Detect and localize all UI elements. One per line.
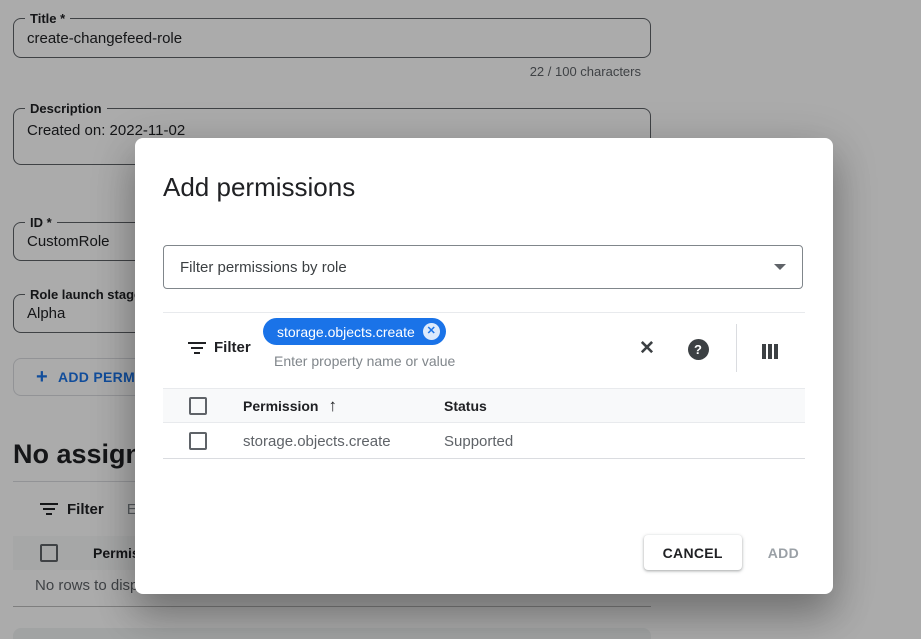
filter-chip-label: storage.objects.create: [277, 324, 415, 340]
clear-filter-icon[interactable]: ✕: [634, 335, 660, 361]
chevron-down-icon: [774, 264, 786, 270]
table-row[interactable]: storage.objects.create Supported: [163, 424, 805, 459]
role-filter-select[interactable]: Filter permissions by role: [163, 245, 803, 289]
sort-ascending-icon[interactable]: ↑: [328, 396, 337, 416]
cancel-button[interactable]: CANCEL: [644, 535, 742, 570]
role-filter-select-value: Filter permissions by role: [180, 259, 347, 276]
select-all-checkbox[interactable]: [189, 397, 207, 415]
row-checkbox[interactable]: [189, 432, 207, 450]
dialog-table-header: Permission ↑ Status: [163, 389, 805, 423]
filter-label: Filter: [214, 339, 251, 356]
dialog-title: Add permissions: [163, 172, 355, 203]
filter-input[interactable]: [274, 353, 534, 369]
help-icon[interactable]: ?: [685, 336, 711, 362]
row-status: Supported: [444, 433, 513, 450]
add-button[interactable]: ADD: [768, 545, 799, 561]
create-role-page: Title * create-changefeed-role 22 / 100 …: [0, 0, 921, 639]
permission-column-header[interactable]: Permission: [243, 398, 318, 414]
filter-chip[interactable]: storage.objects.create ✕: [263, 318, 446, 345]
row-permission: storage.objects.create: [243, 433, 408, 450]
divider: [163, 312, 805, 313]
column-display-options-icon[interactable]: [757, 338, 783, 364]
divider: [736, 324, 737, 372]
filter-icon: [188, 342, 206, 354]
chip-remove-icon[interactable]: ✕: [423, 323, 440, 340]
add-permissions-dialog: Add permissions Filter permissions by ro…: [135, 138, 833, 594]
dialog-footer: CANCEL ADD: [644, 535, 799, 570]
status-column-header[interactable]: Status: [444, 398, 487, 414]
